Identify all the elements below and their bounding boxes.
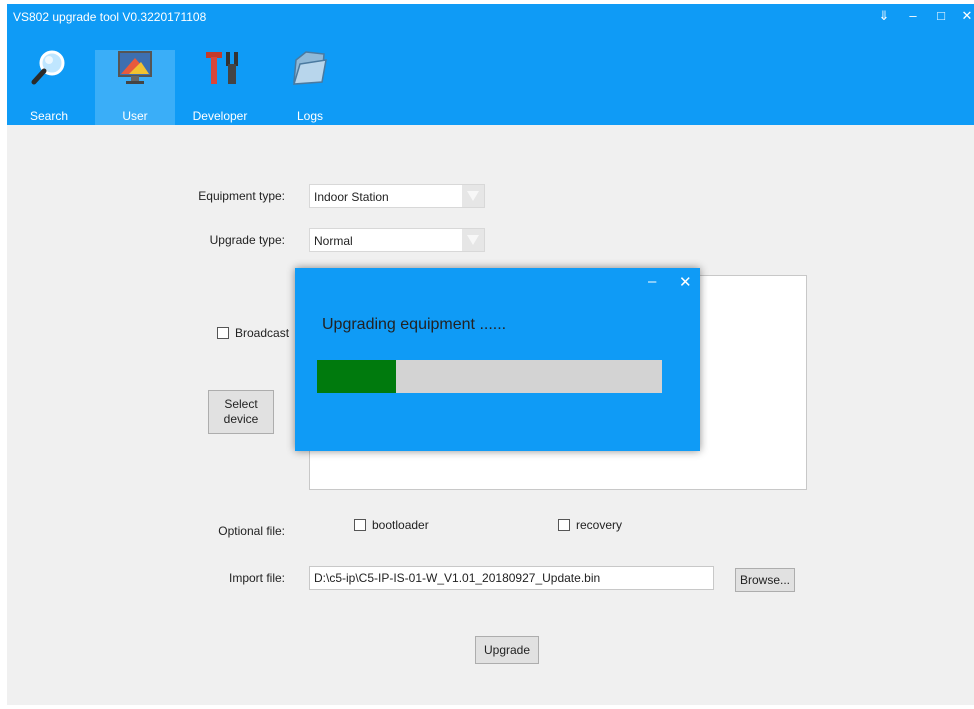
nav-label: Search [29, 109, 69, 123]
folder-icon [292, 51, 327, 85]
monitor-icon [118, 51, 152, 84]
nav-item-user[interactable]: User [95, 50, 175, 125]
upgrade-type-value: Normal [314, 234, 353, 248]
upgrade-progress-dialog: – ✕ Upgrading equipment ...... [295, 268, 700, 451]
nav-item-logs[interactable]: Logs [270, 50, 350, 125]
recovery-checkbox[interactable]: recovery [558, 518, 622, 532]
maximize-icon[interactable]: □ [932, 7, 950, 25]
magnifier-icon [31, 50, 65, 85]
progress-fill [317, 360, 397, 393]
upgrade-type-select[interactable]: Normal [309, 228, 485, 252]
upgrade-type-label: Upgrade type: [209, 233, 285, 247]
progress-bar [317, 360, 662, 393]
optional-file-label: Optional file: [218, 524, 285, 538]
close-icon[interactable]: ✕ [679, 273, 692, 291]
broadcast-label: Broadcast [235, 326, 290, 340]
chevron-down-icon[interactable] [462, 229, 484, 251]
tools-icon [206, 52, 238, 84]
browse-button[interactable]: Browse... [735, 568, 795, 592]
upgrade-button[interactable]: Upgrade [475, 636, 539, 664]
dialog-message: Upgrading equipment ...... [322, 316, 507, 333]
bootloader-checkbox[interactable]: bootloader [354, 518, 429, 532]
import-file-value: D:\c5-ip\C5-IP-IS-01-W_V1.01_20180927_Up… [314, 571, 601, 585]
broadcast-checkbox[interactable]: Broadcast [217, 326, 289, 340]
nav-label: User [122, 109, 148, 123]
equipment-type-select[interactable]: Indoor Station [309, 184, 485, 208]
nav-label: Logs [296, 109, 324, 123]
close-icon[interactable]: ✕ [958, 7, 974, 25]
window-title: VS802 upgrade tool V0.3220171108 [13, 10, 207, 24]
app-window: VS802 upgrade tool V0.3220171108 ⇓ – □ ✕… [7, 4, 974, 705]
nav-item-developer[interactable]: Developer [180, 50, 260, 125]
import-file-input[interactable]: D:\c5-ip\C5-IP-IS-01-W_V1.01_20180927_Up… [309, 566, 714, 590]
checkbox-box[interactable] [217, 327, 229, 339]
equipment-type-label: Equipment type: [198, 189, 285, 203]
checkbox-box[interactable] [558, 519, 570, 531]
select-device-button[interactable]: Select device [208, 390, 274, 434]
equipment-type-value: Indoor Station [314, 190, 389, 204]
checkbox-box[interactable] [354, 519, 366, 531]
menu-icon[interactable]: ⇓ [875, 7, 893, 25]
nav-item-search[interactable]: Search [9, 50, 89, 125]
minimize-icon[interactable]: – [904, 7, 922, 25]
chevron-down-icon[interactable] [462, 185, 484, 207]
header-bar: VS802 upgrade tool V0.3220171108 ⇓ – □ ✕… [7, 4, 974, 125]
bootloader-label: bootloader [372, 518, 429, 532]
import-file-label: Import file: [228, 571, 285, 585]
minimize-icon[interactable]: – [648, 273, 656, 290]
nav-label: Developer [192, 109, 248, 123]
recovery-label: recovery [576, 518, 623, 532]
